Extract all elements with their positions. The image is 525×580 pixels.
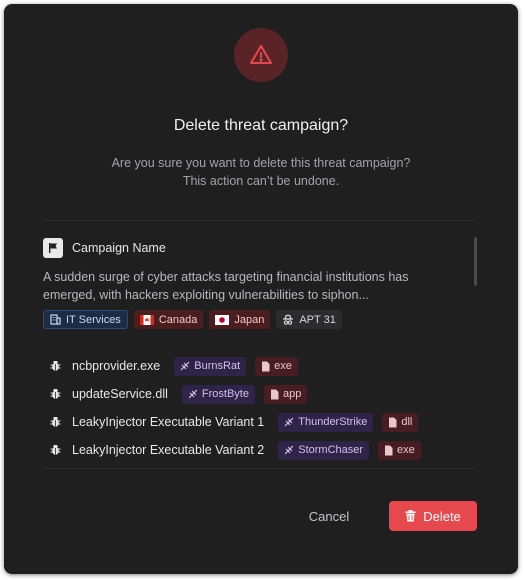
file-extension-tag: exe <box>378 440 421 460</box>
trash-icon <box>405 510 416 522</box>
tag-label: IT Services <box>66 313 121 326</box>
file-name: ncbprovider.exe <box>72 359 161 373</box>
tag-country-japan: Japan <box>209 310 271 329</box>
warning-icon <box>250 45 272 64</box>
divider-bottom <box>43 468 475 469</box>
bug-icon <box>48 388 62 400</box>
malware-family-tag: StormChaser <box>278 440 370 460</box>
malware-family-tag: ThunderStrike <box>278 412 374 432</box>
dialog-title: Delete threat campaign? <box>173 117 349 134</box>
malware-family-tag: BurnsRat <box>174 356 247 376</box>
malware-family-tag: FrostByte <box>181 384 255 404</box>
file-extension-tag: exe <box>255 356 298 376</box>
tag-country-canada: Canada <box>133 310 204 329</box>
delete-campaign-dialog: Delete threat campaign? Are you sure you… <box>4 4 518 574</box>
file-list: ncbprovider.exe BurnsRat exe updateServi… <box>43 352 477 464</box>
scrollbar-thumb[interactable] <box>474 237 477 286</box>
file-extension-label: app <box>282 388 302 400</box>
building-icon <box>50 314 61 325</box>
file-extension-tag: app <box>263 384 308 404</box>
spy-icon <box>283 314 294 325</box>
subtitle-line-1: Are you sure you want to delete this thr… <box>111 156 411 170</box>
file-extension-tag: dll <box>382 412 419 432</box>
malware-family-label: ThunderStrike <box>298 416 368 428</box>
bug-icon <box>48 416 62 428</box>
cancel-button[interactable]: Cancel <box>291 501 367 531</box>
japan-flag-icon <box>215 314 230 325</box>
file-icon <box>262 361 270 371</box>
malware-family-label: BurnsRat <box>194 360 241 372</box>
campaign-flag-icon <box>43 238 63 258</box>
malware-icon <box>180 361 190 371</box>
campaign-tags: IT Services Canada Japan APT 31 <box>43 310 342 329</box>
malware-family-label: StormChaser <box>298 444 364 456</box>
warning-badge <box>234 28 288 82</box>
bug-icon <box>48 360 62 372</box>
campaign-header: Campaign Name <box>43 238 166 258</box>
file-icon <box>270 389 279 399</box>
divider-top <box>43 220 475 221</box>
file-row: updateService.dll FrostByte app <box>43 380 477 408</box>
file-extension-label: dll <box>401 416 413 428</box>
malware-icon <box>284 417 294 427</box>
file-row: ncbprovider.exe BurnsRat exe <box>43 352 477 380</box>
malware-icon <box>188 389 198 399</box>
tag-label: Japan <box>234 313 265 326</box>
campaign-details-scroll[interactable]: Campaign Name A sudden surge of cyber at… <box>43 234 477 464</box>
delete-button-label: Delete <box>423 508 461 524</box>
delete-button[interactable]: Delete <box>389 501 477 531</box>
file-name: updateService.dll <box>72 387 168 401</box>
description-line-1: A sudden surge of cyber attacks targetin… <box>43 270 409 284</box>
campaign-name: Campaign Name <box>72 241 166 255</box>
file-icon <box>385 445 393 455</box>
file-name: LeakyInjector Executable Variant 1 <box>72 415 265 429</box>
canada-flag-icon <box>139 314 154 325</box>
file-extension-label: exe <box>397 444 415 456</box>
file-name: LeakyInjector Executable Variant 2 <box>72 443 265 457</box>
file-row: LeakyInjector Executable Variant 1 Thund… <box>43 408 477 436</box>
dialog-subtitle: Are you sure you want to delete this thr… <box>4 154 518 190</box>
tag-threat-actor: APT 31 <box>276 310 342 329</box>
tag-label: APT 31 <box>299 313 336 326</box>
file-extension-label: exe <box>274 360 292 372</box>
malware-family-label: FrostByte <box>201 388 249 400</box>
bug-icon <box>48 444 62 456</box>
description-line-2: emerged, with hackers exploiting vulnera… <box>43 288 369 302</box>
tag-industry: IT Services <box>43 310 128 329</box>
file-icon <box>389 417 397 427</box>
subtitle-line-2: This action can’t be undone. <box>182 174 340 188</box>
campaign-description: A sudden surge of cyber attacks targetin… <box>43 268 463 304</box>
tag-label: Canada <box>158 313 198 326</box>
malware-icon <box>284 445 294 455</box>
file-row: LeakyInjector Executable Variant 2 Storm… <box>43 436 477 464</box>
